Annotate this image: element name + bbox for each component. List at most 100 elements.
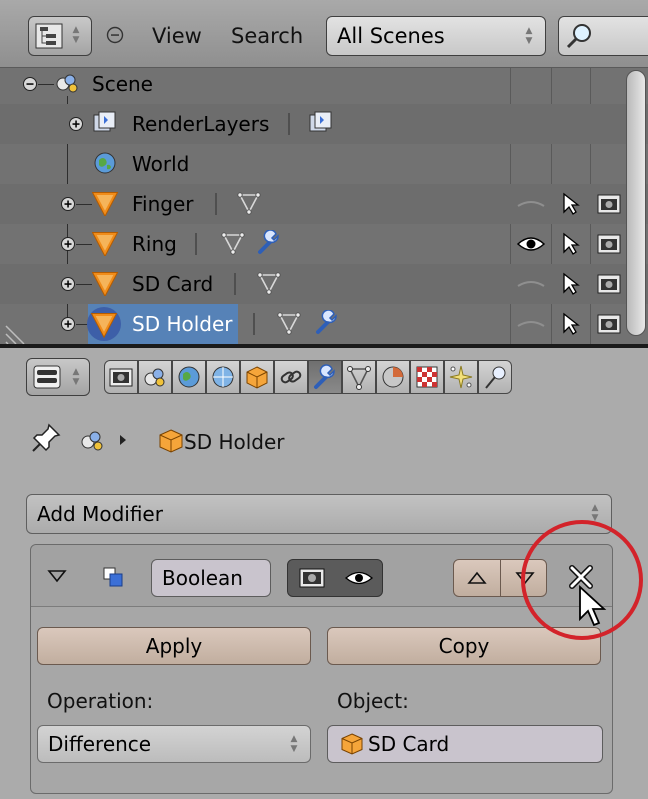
camera-icon <box>109 368 133 387</box>
wrench-icon <box>316 310 337 334</box>
outliner-row-ring[interactable]: Ring <box>0 224 648 264</box>
tree-connector <box>38 84 54 85</box>
row-label: Finger <box>132 192 194 216</box>
tab-data[interactable] <box>342 360 376 394</box>
operation-label: Operation: <box>47 689 154 713</box>
mesh-data-icon <box>221 232 245 255</box>
apply-button[interactable]: Apply <box>37 627 311 665</box>
physics-icon <box>485 366 506 389</box>
separator <box>195 233 197 255</box>
properties-type-icon <box>33 365 61 389</box>
tab-modifiers[interactable] <box>308 360 342 394</box>
editor-type-button[interactable]: ▲ ▼ <box>28 16 92 56</box>
select-cursor-icon[interactable] <box>560 312 582 336</box>
tab-material[interactable] <box>376 360 410 394</box>
mesh-object-icon <box>92 232 118 256</box>
collapse-icon[interactable] <box>22 76 38 92</box>
select-cursor-icon[interactable] <box>560 192 582 216</box>
search-menu[interactable]: Search <box>231 24 303 48</box>
tab-render[interactable] <box>104 360 138 394</box>
cube-icon <box>159 429 183 453</box>
expand-icon[interactable] <box>60 276 76 292</box>
texture-icon <box>416 366 438 388</box>
tab-constraints[interactable] <box>274 360 308 394</box>
select-cursor-icon[interactable] <box>560 232 582 256</box>
updown-icon: ▲ ▼ <box>72 367 80 387</box>
add-modifier-label: Add Modifier <box>37 502 163 526</box>
display-mode-value: All Scenes <box>337 24 445 48</box>
expand-icon[interactable] <box>68 116 84 132</box>
visibility-off-icon[interactable] <box>516 314 546 334</box>
tab-physics[interactable] <box>478 360 512 394</box>
modifier-toggle-group <box>287 559 383 597</box>
outliner-editor: ▲ ▼ View Search All Scenes ▲ ▼ Scene Ren… <box>0 0 648 346</box>
separator <box>234 273 236 295</box>
visibility-off-icon[interactable] <box>516 274 546 294</box>
outliner-row-world[interactable]: World <box>0 144 648 184</box>
operation-dropdown[interactable]: Difference ▲ ▼ <box>37 725 311 763</box>
visibility-off-icon[interactable] <box>516 194 546 214</box>
modifier-name-field[interactable]: Boolean <box>151 559 271 597</box>
render-layers-icon <box>93 111 116 132</box>
object-field[interactable]: SD Card <box>327 725 603 763</box>
scene-icon <box>56 74 78 93</box>
row-label: SD Card <box>132 272 214 296</box>
boolean-modifier-icon <box>103 567 123 587</box>
properties-editor-type-button[interactable]: ▲ ▼ <box>26 358 90 396</box>
render-camera-icon[interactable] <box>597 312 621 336</box>
outliner-row-sd-card[interactable]: SD Card <box>0 264 648 304</box>
tab-object[interactable] <box>240 360 274 394</box>
add-modifier-dropdown[interactable]: Add Modifier ▲ ▼ <box>26 494 612 534</box>
tab-texture[interactable] <box>410 360 444 394</box>
expand-icon[interactable] <box>60 196 76 212</box>
outliner-row-sd-holder[interactable]: SD Holder <box>0 304 648 344</box>
outliner-type-icon <box>35 23 63 49</box>
visibility-on-icon[interactable] <box>516 232 546 256</box>
outliner-row-finger[interactable]: Finger <box>0 184 648 224</box>
render-layer-icon <box>309 111 332 132</box>
tree-connector <box>76 204 92 205</box>
mesh-object-icon <box>92 272 118 296</box>
updown-icon: ▲ ▼ <box>290 734 298 754</box>
scene-icon <box>81 431 103 451</box>
outliner-scrollbar[interactable] <box>626 70 646 336</box>
row-label: SD Holder <box>132 312 233 336</box>
expand-icon[interactable] <box>60 316 76 332</box>
collapse-triangle-icon[interactable] <box>47 569 67 583</box>
mesh-data-icon <box>237 192 261 215</box>
chain-link-icon <box>280 370 302 384</box>
viewport-eye-icon[interactable] <box>344 569 374 587</box>
breadcrumb-object: SD Holder <box>184 430 285 454</box>
separator <box>500 560 501 596</box>
outliner-header: ▲ ▼ View Search All Scenes ▲ ▼ <box>0 0 648 68</box>
render-camera-icon[interactable] <box>597 192 621 216</box>
updown-icon: ▲ ▼ <box>72 25 80 45</box>
row-label: RenderLayers <box>132 112 270 136</box>
select-cursor-icon[interactable] <box>560 272 582 296</box>
view-menu[interactable]: View <box>152 24 202 48</box>
mesh-data-icon <box>257 272 281 295</box>
expand-icon[interactable] <box>60 236 76 252</box>
highlight-circle <box>521 520 643 640</box>
search-field[interactable] <box>558 16 648 56</box>
resize-corner-icon[interactable] <box>4 318 34 344</box>
display-mode-select[interactable]: All Scenes ▲ ▼ <box>326 16 546 56</box>
wrench-icon <box>314 364 335 389</box>
render-camera-icon[interactable] <box>298 566 326 590</box>
tab-world[interactable] <box>172 360 206 394</box>
outliner-row-renderlayers[interactable]: RenderLayers <box>0 104 648 144</box>
object-label: Object: <box>337 689 409 713</box>
render-camera-icon[interactable] <box>597 232 621 256</box>
tab-render-layers[interactable] <box>138 360 172 394</box>
outliner-row-scene[interactable]: Scene <box>0 64 648 104</box>
world-icon <box>94 152 116 174</box>
collapse-menus-icon[interactable] <box>106 26 124 44</box>
tab-particles[interactable] <box>444 360 478 394</box>
updown-icon: ▲ ▼ <box>525 26 533 46</box>
tab-scene[interactable] <box>206 360 240 394</box>
move-up-icon[interactable] <box>466 570 488 586</box>
render-camera-icon[interactable] <box>597 272 621 296</box>
chevron-right-icon <box>120 435 126 445</box>
material-icon <box>382 366 404 388</box>
pin-icon[interactable] <box>30 422 62 454</box>
